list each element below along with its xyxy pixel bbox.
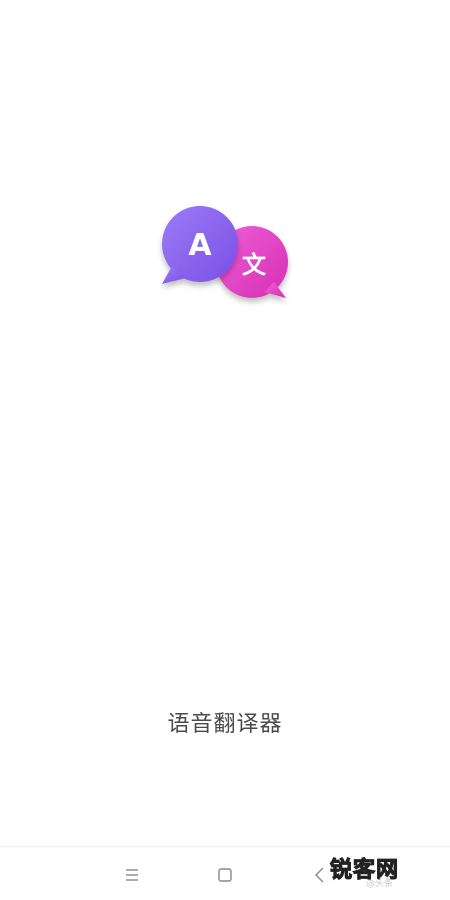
watermark: 锐客网 @头条 — [326, 852, 442, 896]
splash-screen: A 文 语音翻译器 锐客网 @头条 — [0, 0, 450, 900]
translator-logo-icon: A 文 — [162, 206, 288, 298]
translator-logo: A 文 — [150, 198, 300, 318]
logo-char-wen: 文 — [242, 251, 267, 279]
app-title: 语音翻译器 — [167, 712, 283, 737]
watermark-subtitle: @头条 — [366, 879, 394, 889]
logo-letter-a: A — [188, 228, 212, 263]
home-square-icon[interactable] — [213, 863, 237, 887]
menu-lines-icon[interactable] — [120, 863, 144, 887]
